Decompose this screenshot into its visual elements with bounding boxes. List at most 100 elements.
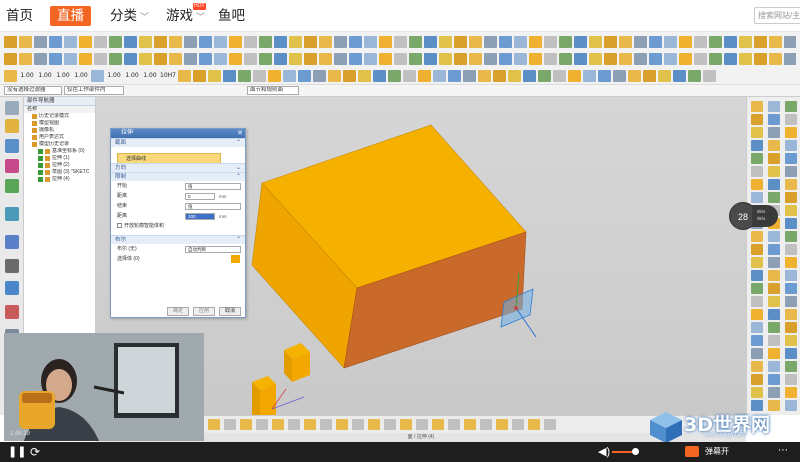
tool-icon[interactable]	[4, 69, 17, 82]
palette-icon[interactable]	[751, 114, 763, 125]
tool-icon[interactable]	[169, 52, 182, 65]
palette-icon[interactable]	[785, 257, 797, 268]
more-icon[interactable]: ⋯	[778, 445, 788, 456]
nav-home[interactable]: 首页	[6, 6, 33, 26]
tool-icon[interactable]	[334, 52, 347, 65]
palette-icon[interactable]	[768, 127, 780, 138]
tool-icon[interactable]	[664, 52, 677, 65]
palette-icon[interactable]	[785, 114, 797, 125]
tool-icon[interactable]	[784, 52, 796, 65]
tool-icon[interactable]	[214, 52, 227, 65]
tool-icon[interactable]	[244, 52, 257, 65]
tool-icon[interactable]	[589, 52, 602, 65]
tool-icon[interactable]	[709, 52, 722, 65]
tool-icon[interactable]	[373, 69, 386, 82]
tool-icon[interactable]	[238, 69, 251, 82]
tool-icon[interactable]	[394, 35, 407, 48]
tool-icon[interactable]	[4, 35, 17, 48]
palette-icon[interactable]	[768, 348, 780, 359]
checkbox-checked-icon[interactable]	[38, 177, 43, 182]
palette-icon[interactable]	[785, 322, 797, 333]
tool-icon[interactable]	[328, 69, 341, 82]
tool-icon[interactable]	[439, 35, 452, 48]
tool-icon[interactable]	[169, 35, 182, 48]
roles-icon[interactable]	[5, 305, 19, 319]
tool-icon[interactable]	[224, 419, 236, 430]
tool-icon[interactable]	[298, 69, 311, 82]
tool-icon[interactable]	[409, 52, 422, 65]
palette-icon[interactable]	[785, 153, 797, 164]
tool-icon[interactable]	[139, 35, 152, 48]
tool-icon[interactable]	[454, 52, 467, 65]
palette-icon[interactable]	[768, 322, 780, 333]
palette-icon[interactable]	[768, 153, 780, 164]
tool-icon[interactable]	[496, 419, 508, 430]
palette-icon[interactable]	[785, 374, 797, 385]
tool-icon[interactable]	[379, 35, 392, 48]
ok-button[interactable]: 确定	[167, 307, 189, 316]
tool-icon[interactable]	[658, 69, 671, 82]
tool-icon[interactable]	[274, 52, 287, 65]
reuse-library-icon[interactable]	[5, 179, 19, 193]
search-input[interactable]: 搜索网站/主播	[754, 7, 800, 24]
tool-icon[interactable]	[439, 52, 452, 65]
palette-icon[interactable]	[768, 270, 780, 281]
tool-icon[interactable]	[272, 419, 284, 430]
navigator-item[interactable]: 基准坐标系 (0)	[24, 148, 95, 155]
tool-icon[interactable]	[673, 69, 686, 82]
palette-icon[interactable]	[785, 296, 797, 307]
tool-icon[interactable]	[754, 52, 767, 65]
toolbar-number[interactable]: 1.00	[37, 72, 53, 79]
tool-icon[interactable]	[463, 69, 476, 82]
tool-icon[interactable]	[499, 35, 512, 48]
tool-icon[interactable]	[544, 419, 556, 430]
tool-icon[interactable]	[288, 419, 300, 430]
tool-icon[interactable]	[528, 419, 540, 430]
tool-icon[interactable]	[604, 52, 617, 65]
tool-icon[interactable]	[384, 419, 396, 430]
palette-icon[interactable]	[751, 270, 763, 281]
palette-icon[interactable]	[785, 179, 797, 190]
tool-icon[interactable]	[91, 69, 104, 82]
tool-icon[interactable]	[703, 69, 716, 82]
danmu-label[interactable]: 弹幕开	[705, 447, 729, 457]
palette-icon[interactable]	[751, 127, 763, 138]
palette-icon[interactable]	[751, 153, 763, 164]
tool-icon[interactable]	[559, 35, 572, 48]
tool-icon[interactable]	[574, 52, 587, 65]
tool-icon[interactable]	[416, 419, 428, 430]
palette-icon[interactable]	[768, 335, 780, 346]
checkbox-checked-icon[interactable]	[38, 170, 43, 175]
palette-icon[interactable]	[768, 244, 780, 255]
tool-icon[interactable]	[784, 35, 796, 48]
tool-icon[interactable]	[343, 69, 356, 82]
tool-icon[interactable]	[334, 35, 347, 48]
tool-icon[interactable]	[619, 52, 632, 65]
tool-icon[interactable]	[259, 52, 272, 65]
tool-icon[interactable]	[604, 35, 617, 48]
navigator-item[interactable]: 用户表达式	[24, 134, 95, 141]
tool-icon[interactable]	[724, 52, 737, 65]
tool-icon[interactable]	[184, 52, 197, 65]
palette-icon[interactable]	[768, 231, 780, 242]
tool-icon[interactable]	[514, 52, 527, 65]
open-profile-row[interactable]: 开放轮廓智能体积	[111, 221, 245, 231]
tool-icon[interactable]	[358, 69, 371, 82]
tool-icon[interactable]	[739, 52, 752, 65]
tool-icon[interactable]	[154, 35, 167, 48]
boolean-section[interactable]: 布尔 ⌃	[111, 235, 245, 244]
part-navigator-icon[interactable]	[5, 139, 19, 153]
palette-icon[interactable]	[751, 296, 763, 307]
tool-icon[interactable]	[352, 419, 364, 430]
tool-icon[interactable]	[19, 35, 32, 48]
tool-icon[interactable]	[628, 69, 641, 82]
tool-icon[interactable]	[664, 35, 677, 48]
tool-icon[interactable]	[484, 35, 497, 48]
tool-icon[interactable]	[313, 69, 326, 82]
tool-icon[interactable]	[199, 52, 212, 65]
tool-icon[interactable]	[709, 35, 722, 48]
navigator-item[interactable]: 草图 (3) "SKETC	[24, 169, 95, 176]
palette-icon[interactable]	[751, 101, 763, 112]
toolbar-number[interactable]: 1.00	[55, 72, 71, 79]
tool-icon[interactable]	[379, 52, 392, 65]
